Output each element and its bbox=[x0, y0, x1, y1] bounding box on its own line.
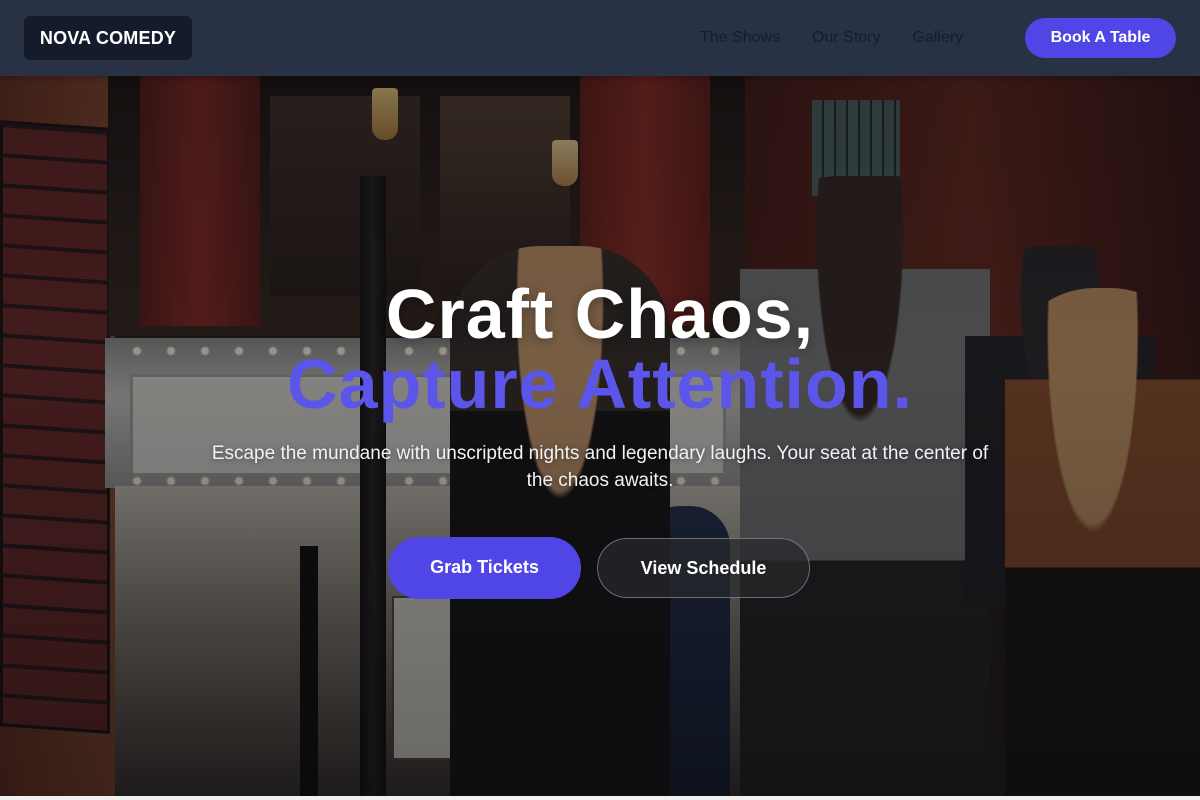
primary-nav: The Shows Our Story Gallery bbox=[700, 0, 995, 76]
view-schedule-button[interactable]: View Schedule bbox=[597, 538, 810, 598]
nav-link-the-shows[interactable]: The Shows bbox=[700, 29, 780, 47]
hero-headline-line-2: Capture Attention. bbox=[287, 345, 913, 423]
nav-link-gallery[interactable]: Gallery bbox=[913, 29, 964, 47]
hero-subtitle: Escape the mundane with unscripted night… bbox=[211, 443, 989, 491]
page-bottom-edge bbox=[0, 796, 1200, 800]
brand-logo[interactable]: NOVA COMEDY bbox=[24, 16, 192, 60]
hero-button-row: Grab Tickets View Schedule bbox=[388, 537, 812, 599]
book-a-table-button[interactable]: Book A Table bbox=[1025, 18, 1176, 58]
hero-section: Craft Chaos, Capture Attention. Escape t… bbox=[0, 76, 1200, 796]
grab-tickets-button[interactable]: Grab Tickets bbox=[388, 537, 581, 599]
nav-link-our-story[interactable]: Our Story bbox=[812, 29, 880, 47]
hero-dark-overlay bbox=[0, 76, 1200, 796]
hero-headline-line-1: Craft Chaos, bbox=[385, 275, 815, 353]
top-navigation-bar: NOVA COMEDY The Shows Our Story Gallery … bbox=[0, 0, 1200, 76]
